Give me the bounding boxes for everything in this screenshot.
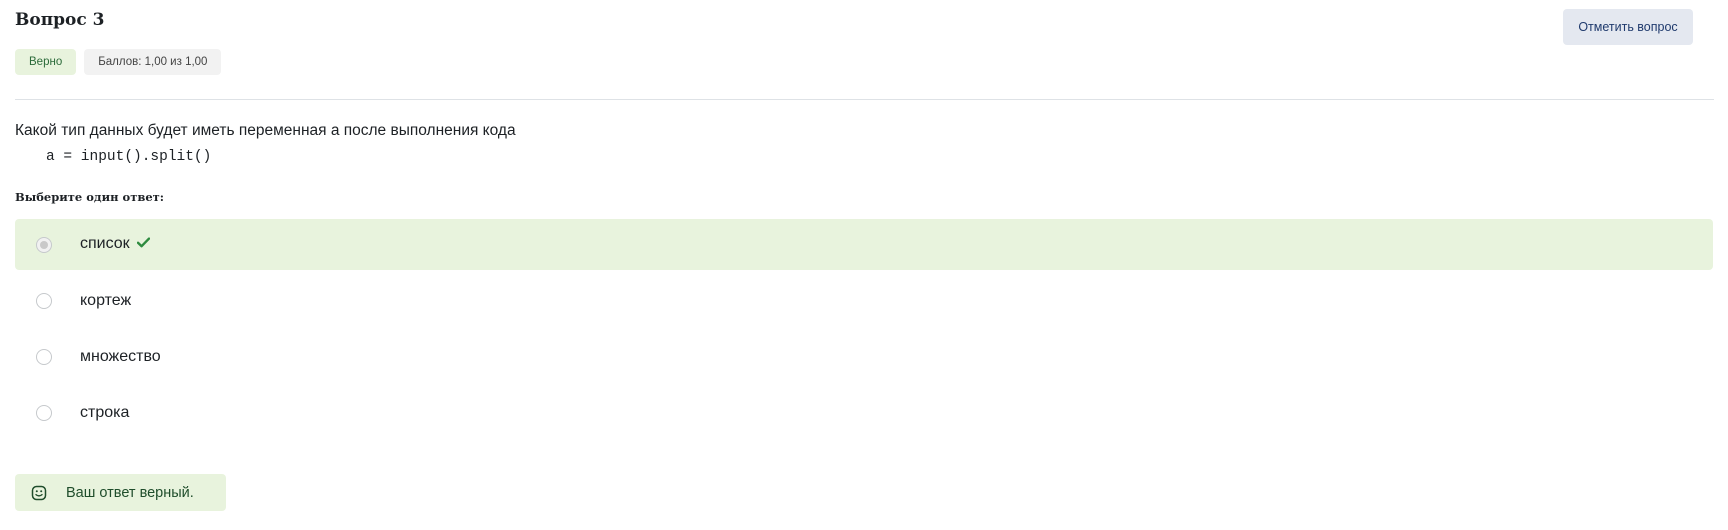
radio-button[interactable]	[36, 404, 52, 421]
check-icon	[136, 235, 150, 253]
answer-label: кортеж	[80, 291, 132, 309]
smile-icon	[31, 485, 47, 506]
flag-question-button[interactable]: Отметить вопрос	[1563, 9, 1693, 45]
question-card: Вопрос 3 Верно Баллов: 1,00 из 1,00 Отме…	[0, 0, 1728, 530]
answer-option[interactable]: список	[15, 219, 1713, 270]
answer-list: список кортеж множество строка	[15, 219, 1713, 443]
question-text: Какой тип данных будет иметь переменная …	[15, 122, 516, 139]
question-info: Верно Баллов: 1,00 из 1,00	[15, 49, 222, 75]
feedback-box: Ваш ответ верный.	[15, 474, 226, 511]
score-badge: Баллов: 1,00 из 1,00	[84, 49, 222, 75]
answer-label: строка	[80, 403, 130, 421]
answer-prompt: Выберите один ответ:	[15, 190, 165, 204]
answer-label: список	[80, 235, 130, 253]
question-title: Вопрос 3	[15, 10, 105, 30]
answer-label-wrap: список	[80, 235, 150, 253]
answer-option[interactable]: строка	[15, 387, 1713, 438]
answer-option[interactable]: кортеж	[15, 275, 1713, 326]
answer-option[interactable]: множество	[15, 331, 1713, 382]
question-code: a = input().split()	[46, 149, 212, 165]
feedback-text: Ваш ответ верный.	[66, 484, 194, 501]
radio-button[interactable]	[36, 292, 52, 309]
radio-button[interactable]	[36, 348, 52, 365]
radio-button[interactable]	[36, 236, 52, 253]
divider	[15, 99, 1714, 100]
answer-label: множество	[80, 347, 161, 365]
status-badge: Верно	[15, 49, 77, 75]
